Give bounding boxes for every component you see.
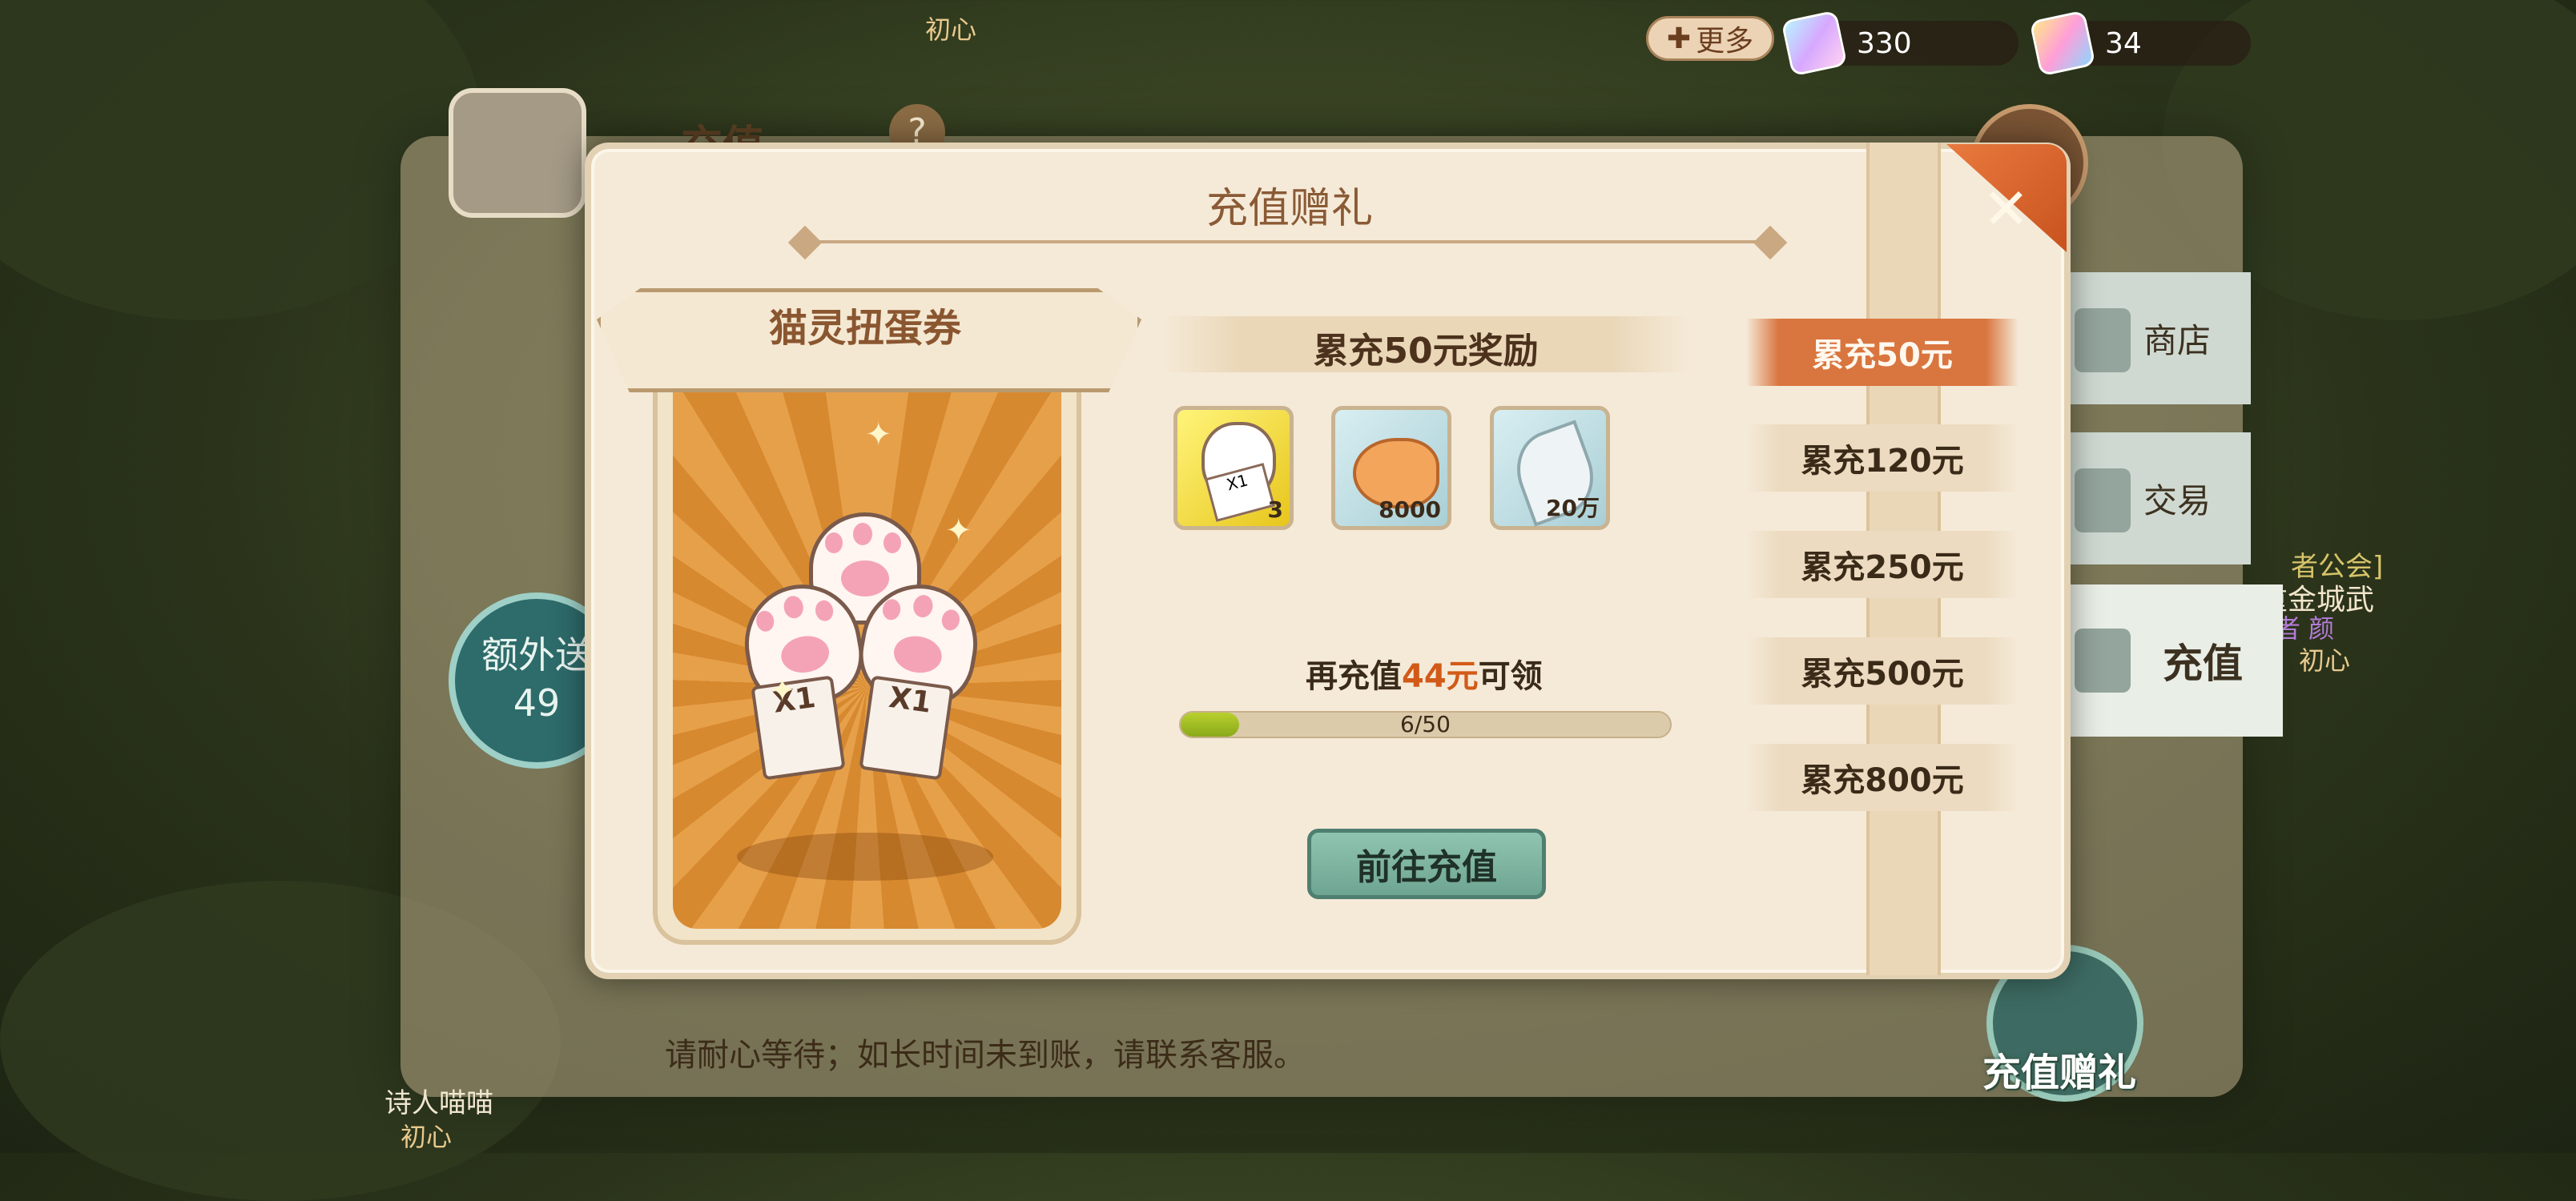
reward-item[interactable]: 8000 [1331, 406, 1451, 530]
player-tag: 初心 [925, 14, 977, 45]
need-suffix: 可领 [1478, 658, 1543, 695]
player-tag: 初心 [2299, 645, 2351, 676]
shop-icon [2075, 308, 2131, 372]
prize-shadow [737, 833, 993, 881]
more-button[interactable]: ✚ 更多 [1646, 16, 1774, 61]
ticket-tag: X1 [751, 675, 846, 781]
prize-sunburst: X1 X1 ✦ ✦ ✦ [673, 352, 1061, 929]
need-amount: 44元 [1402, 658, 1479, 695]
tab-shop-label: 商店 [2143, 321, 2211, 360]
player-tag: 初心 [400, 1122, 453, 1152]
trade-icon [2075, 468, 2131, 532]
title-divider [817, 240, 1762, 243]
reward-item[interactable]: 20万 [1490, 406, 1610, 530]
currency-value: 330 [1857, 26, 1912, 60]
tier-tab-800[interactable]: 累充800元 [1746, 744, 2019, 811]
plus-icon: ✚ [1666, 22, 1692, 55]
tab-recharge[interactable]: 充值 [2051, 584, 2283, 737]
tab-recharge-label: 充值 [2163, 641, 2243, 687]
recharge-icon [2075, 629, 2131, 693]
tier-tab-50[interactable]: 累充50元 [1746, 319, 2019, 386]
modal-title: 充值赠礼 [1205, 185, 1373, 233]
rainbow-gem-icon [2029, 10, 2096, 77]
currency-crystal[interactable]: 330 [1781, 10, 2019, 77]
tier-tab-120[interactable]: 累充120元 [1746, 424, 2019, 492]
player-name: 诗人喵喵 [384, 1087, 493, 1119]
close-icon[interactable]: ✕ [1982, 176, 2030, 242]
progress-text: 6/50 [1400, 711, 1451, 737]
tab-trade[interactable]: 交易 [2051, 432, 2251, 564]
go-recharge-button[interactable]: 前往充值 [1307, 829, 1546, 899]
reward-item[interactable]: X1 3 [1173, 406, 1294, 530]
reward-count: 8000 [1379, 496, 1441, 523]
more-label: 更多 [1696, 25, 1754, 58]
gift-button-label[interactable]: 充值赠礼 [1982, 1041, 2136, 1097]
ticket-tag: X1 [859, 675, 954, 781]
sparkle-icon: ✦ [865, 416, 892, 453]
background-emblem [449, 88, 586, 218]
tab-trade-label: 交易 [2143, 481, 2211, 520]
currency-value: 34 [2105, 26, 2142, 60]
need-prefix: 再充值 [1306, 658, 1402, 695]
tier-tab-500[interactable]: 累充500元 [1746, 637, 2019, 705]
tier-tab-250[interactable]: 累充250元 [1746, 531, 2019, 598]
prize-name: 猫灵扭蛋券 [768, 306, 961, 351]
recharge-hint-text: 请耐心等待；如长时间未到账，请联系客服。 [665, 1037, 1306, 1074]
currency-rainbow[interactable]: 34 [2029, 10, 2251, 77]
reward-count: 3 [1267, 496, 1283, 523]
tier-header-title: 累充50元奖励 [1313, 331, 1539, 372]
sparkle-icon: ✦ [769, 673, 796, 709]
remaining-amount-text: 再充值44元可领 [1306, 650, 1543, 697]
sparkle-icon: ✦ [945, 512, 972, 549]
crystal-gem-icon [1781, 10, 1848, 77]
reward-count: 20万 [1546, 495, 1600, 521]
tab-shop[interactable]: 商店 [2051, 272, 2251, 404]
